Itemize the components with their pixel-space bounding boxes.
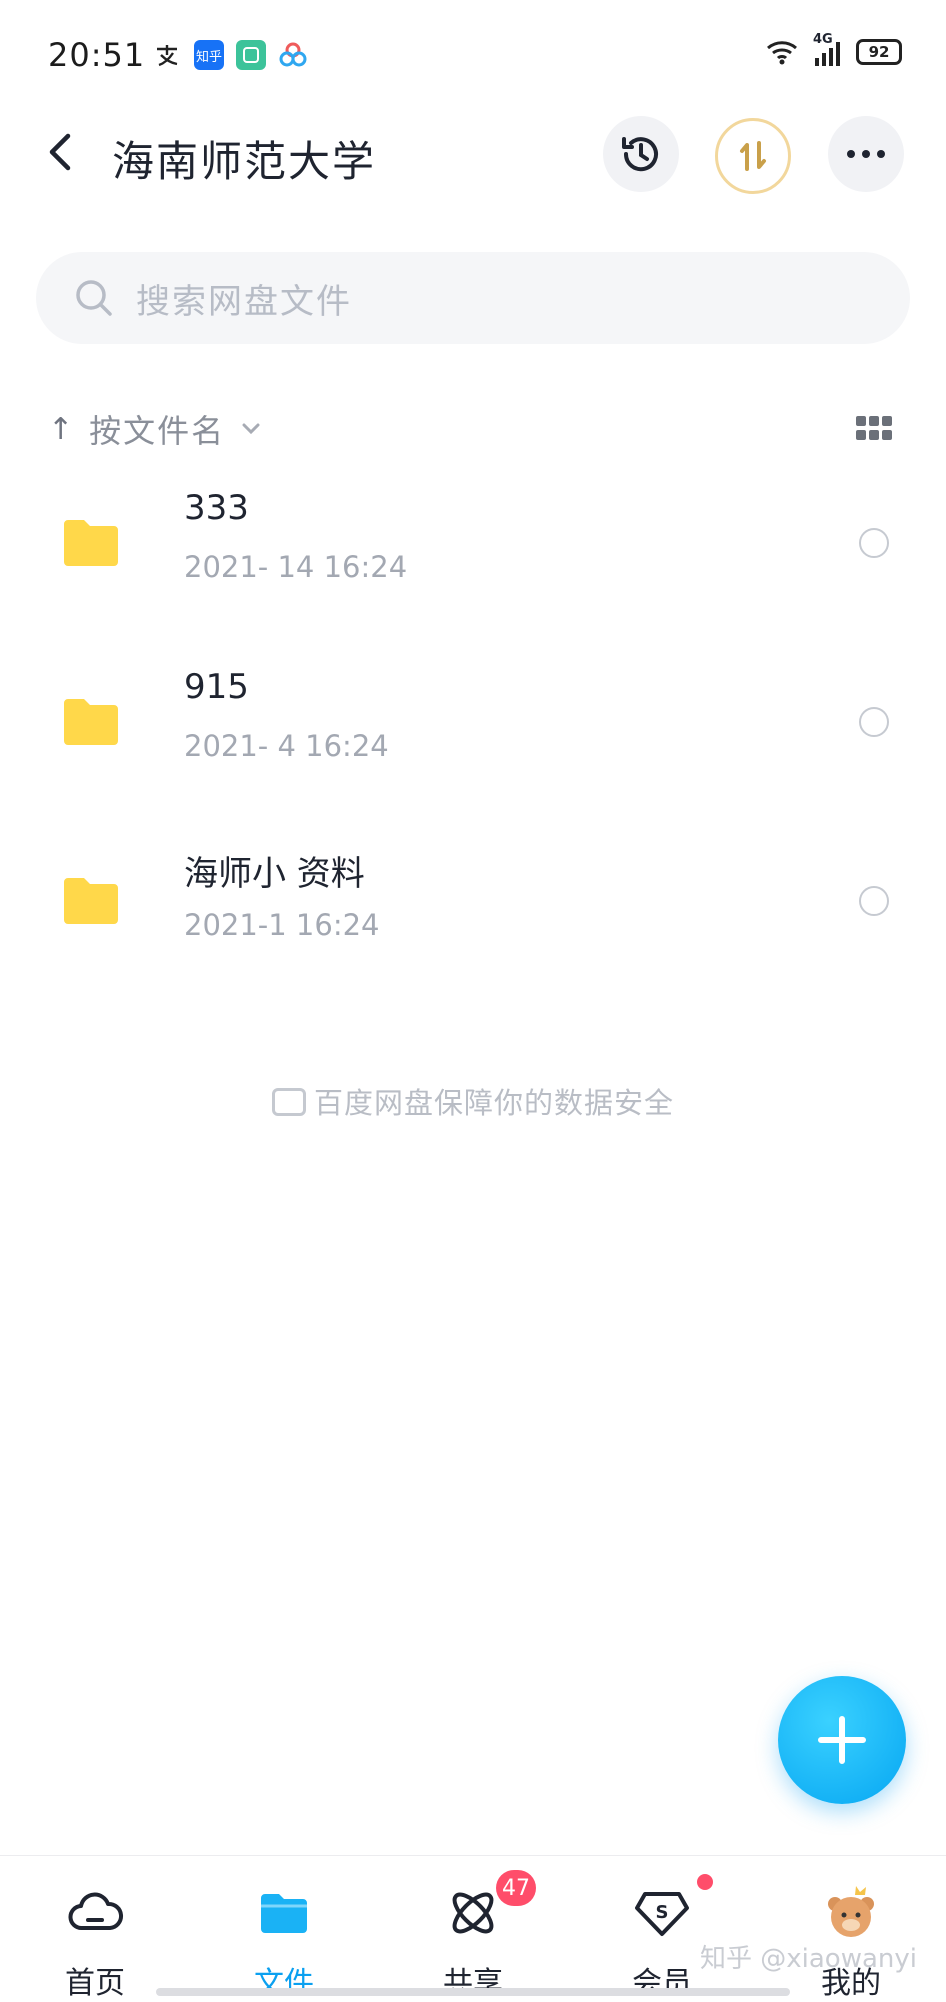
folder-icon [64,520,118,566]
folder-icon [64,878,118,924]
nav-item-me[interactable]: 我的 [756,1856,946,2001]
grid-icon [856,416,866,426]
notification-dot [697,1874,713,1890]
search-placeholder: 搜索网盘文件 [136,281,352,322]
folder-icon [64,699,118,745]
file-name: 915 [184,667,249,707]
share-badge: 47 [496,1870,536,1906]
data-safety-note: 百度网盘保障你的数据安全 [0,1080,946,1122]
status-time: 20:51 [48,36,146,74]
file-row[interactable]: 915 2021- 4 16:24 [0,637,946,815]
add-button[interactable] [778,1676,906,1804]
select-checkbox[interactable] [859,707,889,737]
select-checkbox[interactable] [859,528,889,558]
history-icon [622,137,658,172]
nav-item-share[interactable]: 47 共享 [378,1856,568,2001]
more-button[interactable] [828,116,904,192]
file-name: 333 [184,488,249,528]
transfer-button[interactable] [715,118,791,194]
vip-icon: S [635,1892,689,1936]
nav-item-files[interactable]: 文件 [189,1856,379,2001]
safety-note-text: 百度网盘保障你的数据安全 [313,1086,674,1120]
plus-icon [818,1716,866,1764]
network-type: 4G [813,32,833,47]
more-icon [847,150,885,158]
chevron-down-icon [242,423,260,435]
signal-icon: 4G [813,32,840,66]
wifi-icon [767,41,797,65]
nav-item-home[interactable]: 首页 [0,1856,190,2001]
app-icon [236,40,266,70]
svg-text:S: S [656,1902,669,1923]
battery-icon: 92 [856,39,902,65]
file-meta: 2021- 4 16:24 [184,729,389,763]
back-button[interactable] [40,130,84,174]
history-button[interactable] [603,116,679,192]
watermark: 知乎 @xiaowanyi [700,1944,918,1974]
transfer-icon [740,141,766,171]
sort-label: 按文件名 [89,412,226,450]
status-app-icons: 知乎 [152,40,308,70]
sort-direction-icon: ↑ [48,411,74,447]
file-name: 海师小 资料 [184,854,365,894]
chevron-left-icon [49,133,71,171]
file-meta: 2021- 14 16:24 [184,550,408,584]
sort-selector[interactable]: ↑ 按文件名 [48,406,261,452]
alipay-icon [152,40,182,70]
folder-icon [261,1894,307,1933]
nav-item-vip[interactable]: S 会员 [567,1856,757,2001]
status-right: 4G 92 [765,32,902,66]
cloud-icon [68,1892,123,1930]
select-checkbox[interactable] [859,886,889,916]
zhihu-icon: 知乎 [194,40,224,70]
safety-shield-icon [271,1088,306,1116]
share-icon [452,1892,494,1934]
avatar-icon [828,1886,874,1937]
home-indicator[interactable] [156,1988,790,1996]
baidu-netdisk-icon [278,40,308,70]
grid-view-button[interactable] [856,416,892,442]
page-title: 海南师范大学 [112,137,377,186]
file-row[interactable]: 海师小 资料 2021-1 16:24 [0,816,946,994]
search-input[interactable]: 搜索网盘文件 [36,252,910,344]
file-row[interactable]: 333 2021- 14 16:24 [0,458,946,636]
search-icon [76,280,112,316]
bottom-nav: 首页 文件 47 共享 S 会员 我的 [0,1855,946,2001]
file-meta: 2021-1 16:24 [184,908,380,942]
